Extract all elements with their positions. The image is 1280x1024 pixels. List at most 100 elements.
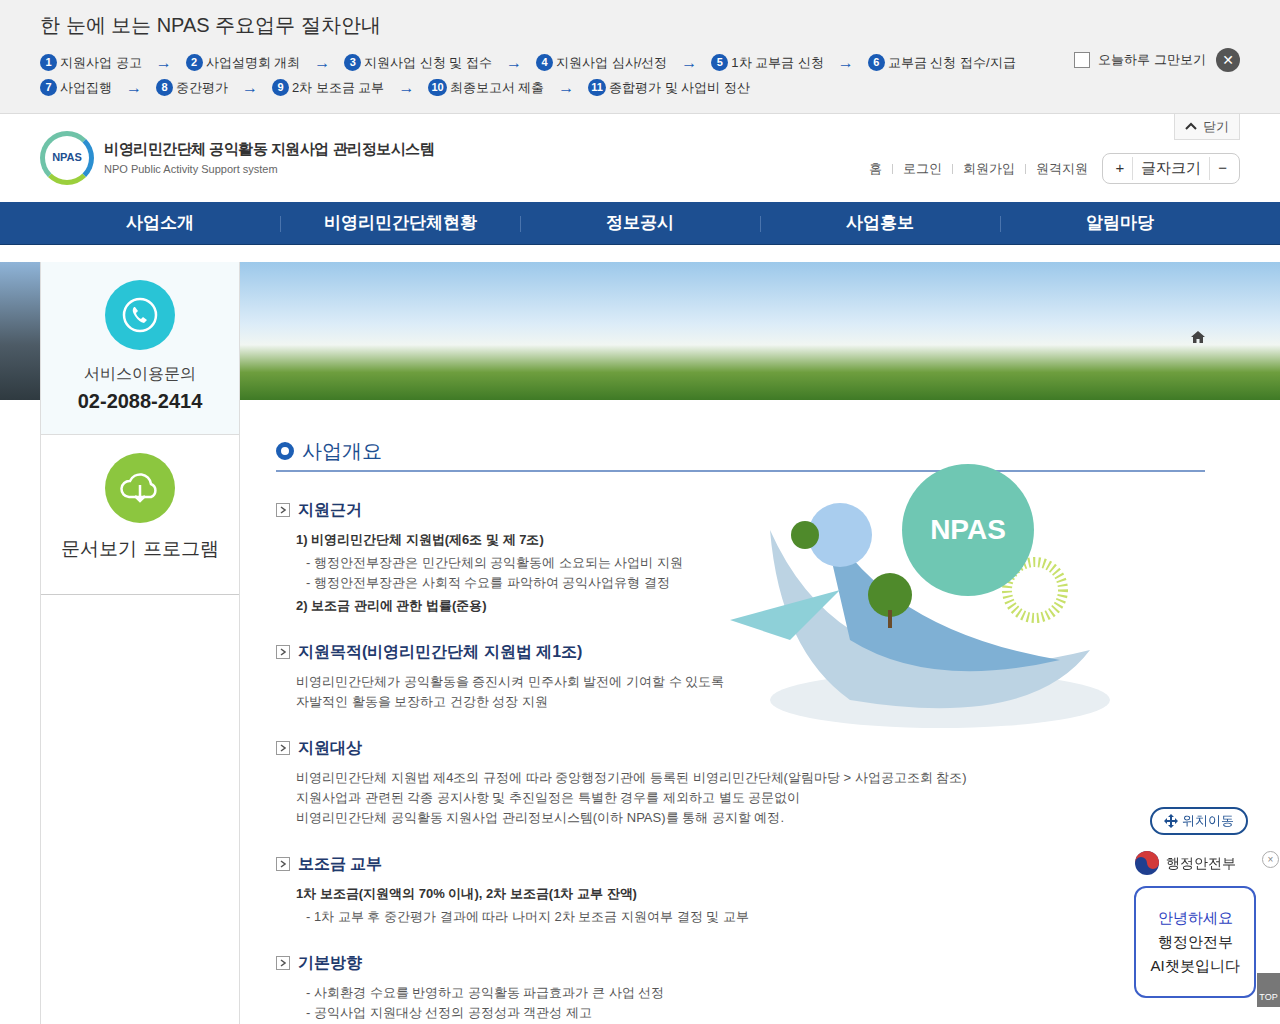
step-number: 11 [588, 79, 606, 96]
dismiss-today[interactable]: 오늘하루 그만보기 [1074, 50, 1206, 70]
section-line: - 1차 교부 후 중간평가 결과에 따라 나머지 2차 보조금 지원여부 결정… [276, 907, 1205, 927]
ministry-name: 행정안전부 [1166, 853, 1236, 874]
notice-title: 한 눈에 보는 NPAS 주요업무 절차안내 [40, 10, 1240, 40]
sidebar-item[interactable]: 서비스이용문의02-2088-2414 [41, 262, 239, 435]
procedure-step[interactable]: 10최종보고서 제출 [428, 78, 544, 98]
page-body: 서비스이용문의02-2088-2414문서보기 프로그램 사업개요 NPAS지원근거… [0, 262, 1280, 1024]
section-line: - 공익사업 지원대상 선정의 공정성과 객관성 제고 [276, 1003, 1205, 1023]
procedure-step[interactable]: 6교부금 신청 접수/지급 [868, 53, 1016, 73]
utility-link[interactable]: 홈 [869, 159, 882, 179]
close-button[interactable]: ✕ [1216, 48, 1240, 72]
logo-mark: NPAS [40, 131, 94, 185]
separator [892, 164, 893, 174]
phone-icon [105, 280, 175, 350]
home-icon[interactable] [1191, 324, 1205, 348]
dismiss-checkbox[interactable] [1074, 52, 1090, 68]
content-area: 사업개요 NPAS지원근거1) 비영리민간단체 지원법(제6조 및 제 7조)- … [240, 400, 1280, 1024]
step-label: 종합평가 및 사업비 정산 [609, 78, 750, 98]
side-photo [0, 262, 40, 400]
section-arrow-icon [276, 741, 290, 755]
step-label: 2차 보조금 교부 [292, 78, 384, 98]
illustration-label: NPAS [902, 464, 1034, 596]
section-line: - 행정안전부장관은 사회적 수요를 파악하여 공익사업유형 결정 [276, 573, 1205, 593]
step-label: 1차 교부금 신청 [731, 53, 823, 73]
arrow-icon: → [500, 51, 528, 75]
procedure-step[interactable]: 11종합평가 및 사업비 정산 [588, 78, 749, 98]
npas-illustration: NPAS [730, 450, 1130, 735]
section-line: 비영리민간단체가 공익활동을 증진시켜 민주사회 발전에 기여할 수 있도록 [276, 672, 1205, 692]
heading-text: 사업개요 [302, 436, 382, 466]
top-button[interactable]: TOP [1257, 973, 1280, 1007]
sidebar: 서비스이용문의02-2088-2414문서보기 프로그램 [40, 262, 240, 1024]
nav-item[interactable]: 알림마당 [1000, 202, 1240, 244]
utility-link[interactable]: 로그인 [903, 159, 942, 179]
procedure-step[interactable]: 8중간평가 [156, 78, 228, 98]
section-line: - 행정안전부장관은 민간단체의 공익활동에 소요되는 사업비 지원 [276, 553, 1205, 573]
arrow-icon: → [832, 51, 860, 75]
step-number: 9 [272, 79, 289, 96]
section-line: 비영리민간단체 공익활동 지원사업 관리정보시스템(이하 NPAS)를 통해 공… [276, 808, 1205, 828]
nav-item[interactable]: 비영리민간단체현황 [280, 202, 520, 244]
section-line: 지원사업과 관련된 각종 공지사항 및 추진일정은 특별한 경우를 제외하고 별… [276, 788, 1205, 808]
procedure-step[interactable]: 4지원사업 심사/선정 [536, 53, 667, 73]
step-label: 사업집행 [60, 78, 112, 98]
arrow-icon: → [150, 51, 178, 75]
nav-item[interactable]: 정보공시 [520, 202, 760, 244]
section-arrow-icon [276, 503, 290, 517]
font-size-label: 글자크기 [1132, 157, 1210, 180]
site-logo[interactable]: NPAS비영리민간단체 공익활동 지원사업 관리정보시스템NPO Public … [40, 131, 434, 185]
step-row: 7사업집행→8중간평가→92차 보조금 교부→10최종보고서 제출→11종합평가… [40, 75, 1240, 100]
dismiss-label: 오늘하루 그만보기 [1098, 50, 1206, 70]
chevron-up-icon [1185, 122, 1197, 130]
section-line: - 사회환경 수요를 반영하고 공익활동 파급효과가 큰 사업 선정 [276, 983, 1205, 1003]
step-label: 사업설명회 개최 [206, 53, 301, 73]
page-heading: 사업개요 [276, 436, 1205, 472]
chat-close-button[interactable]: × [1262, 851, 1279, 868]
section-arrow-icon [276, 645, 290, 659]
step-number: 8 [156, 79, 173, 96]
step-label: 지원사업 심사/선정 [556, 53, 667, 73]
font-size-control: +글자크기− [1102, 153, 1240, 184]
arrow-icon: → [392, 76, 420, 100]
step-label: 교부금 신청 접수/지급 [888, 53, 1016, 73]
section-title: 지원근거 [276, 498, 1205, 522]
section-title-text: 기본방향 [298, 951, 362, 975]
cloud-download-icon [105, 453, 175, 523]
separator [952, 164, 953, 174]
step-number: 3 [344, 54, 361, 71]
utility-link[interactable]: 원격지원 [1036, 159, 1088, 179]
collapse-label: 닫기 [1203, 117, 1229, 137]
nav-item[interactable]: 사업홍보 [760, 202, 1000, 244]
site-subtitle: NPO Public Activity Support system [104, 161, 434, 178]
section-title: 지원대상 [276, 736, 1205, 760]
procedure-step[interactable]: 3지원사업 신청 및 접수 [344, 53, 492, 73]
utility-link[interactable]: 회원가입 [963, 159, 1015, 179]
step-label: 최종보고서 제출 [450, 78, 545, 98]
collapse-button[interactable]: 닫기 [1174, 114, 1240, 141]
content-section: 지원목적(비영리민간단체 지원법 제1조)비영리민간단체가 공익활동을 증진시켜… [276, 640, 1205, 712]
separator [1025, 164, 1026, 174]
heading-bullet-icon [276, 442, 294, 460]
font-increase-button[interactable]: + [1107, 157, 1132, 180]
chat-line: AI챗봇입니다 [1150, 954, 1239, 978]
move-icon [1164, 814, 1178, 828]
procedure-step[interactable]: 92차 보조금 교부 [272, 78, 384, 98]
procedure-step[interactable]: 1지원사업 공고 [40, 53, 142, 73]
sidebar-label: 서비스이용문의 [84, 362, 196, 386]
chatbot-bubble[interactable]: 안녕하세요행정안전부AI챗봇입니다 [1134, 886, 1256, 998]
section-arrow-icon [276, 956, 290, 970]
procedure-step[interactable]: 51차 교부금 신청 [711, 53, 823, 73]
procedure-step[interactable]: 7사업집행 [40, 78, 112, 98]
step-number: 10 [428, 79, 446, 96]
main-nav: 사업소개비영리민간단체현황정보공시사업홍보알림마당 [0, 202, 1280, 245]
section-title-text: 보조금 교부 [298, 852, 382, 876]
content-section: 지원근거1) 비영리민간단체 지원법(제6조 및 제 7조)- 행정안전부장관은… [276, 498, 1205, 616]
sidebar-item[interactable]: 문서보기 프로그램 [41, 435, 239, 595]
procedure-notice: 한 눈에 보는 NPAS 주요업무 절차안내 1지원사업 공고 → 2사업설명회 개최… [0, 0, 1280, 114]
arrow-icon: → [236, 76, 264, 100]
procedure-step[interactable]: 2사업설명회 개최 [186, 53, 301, 73]
nav-item[interactable]: 사업소개 [40, 202, 280, 244]
step-row: 1지원사업 공고 → 2사업설명회 개최 → 3지원사업 신청 및 접수 → 4지원사업 심… [40, 50, 1240, 75]
move-button[interactable]: 위치이동 [1150, 807, 1248, 835]
font-decrease-button[interactable]: − [1210, 157, 1235, 180]
